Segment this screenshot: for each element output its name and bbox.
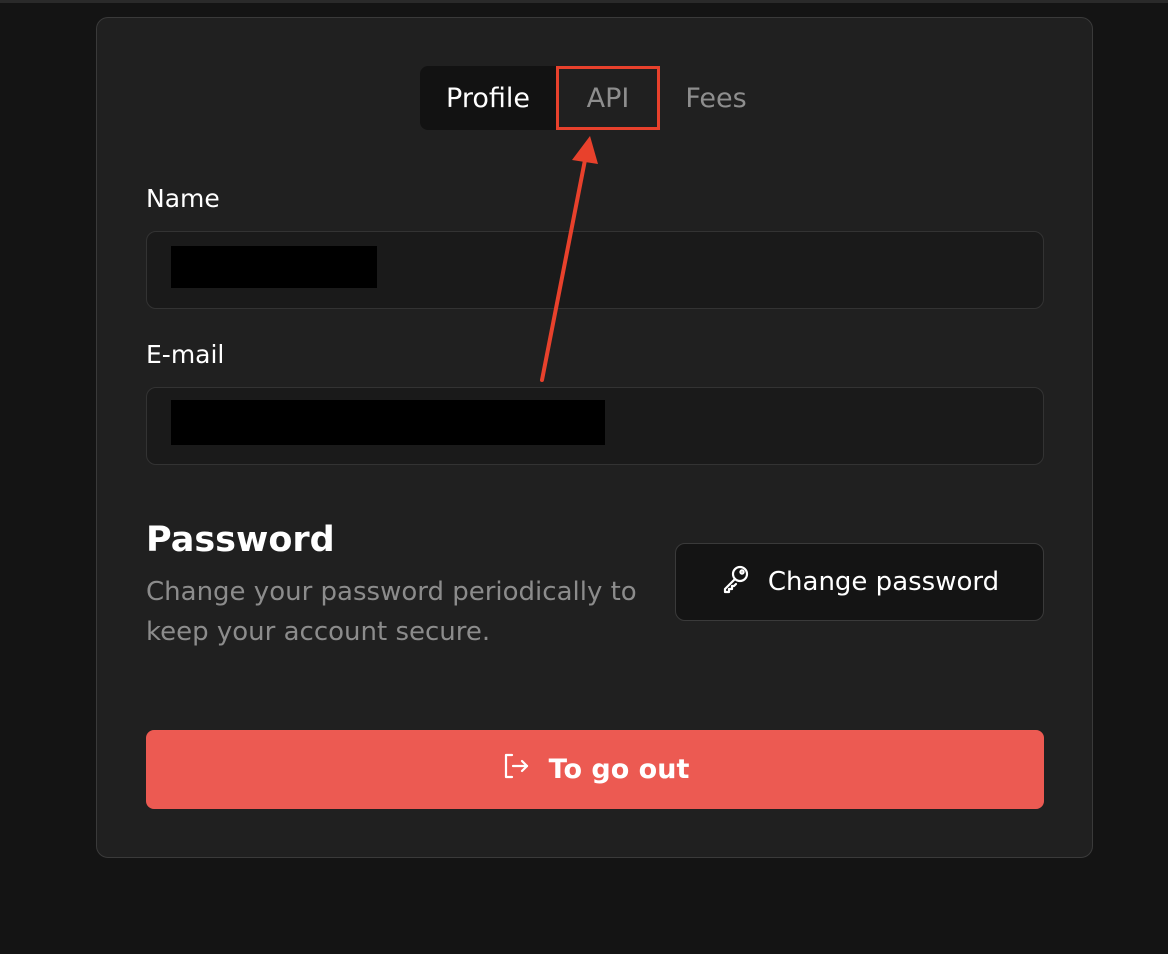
settings-tabs: Profile API Fees <box>420 66 772 130</box>
change-password-button[interactable]: Change password <box>675 543 1044 621</box>
tab-fees[interactable]: Fees <box>660 66 772 130</box>
logout-label: To go out <box>548 754 690 785</box>
key-icon <box>720 563 752 602</box>
tab-profile[interactable]: Profile <box>420 66 556 130</box>
name-redaction <box>171 246 377 288</box>
password-section-title: Password <box>146 520 335 560</box>
password-description: Change your password periodically to kee… <box>146 577 637 647</box>
logout-button[interactable]: To go out <box>146 730 1044 809</box>
email-label: E-mail <box>146 340 225 369</box>
change-password-label: Change password <box>767 567 1000 597</box>
name-field[interactable] <box>146 231 1044 309</box>
tab-api[interactable]: API <box>556 66 660 130</box>
email-redaction <box>171 400 605 445</box>
logout-icon <box>501 751 531 788</box>
email-field[interactable] <box>146 387 1044 465</box>
name-label: Name <box>146 184 220 213</box>
window-top-border <box>0 0 1168 3</box>
